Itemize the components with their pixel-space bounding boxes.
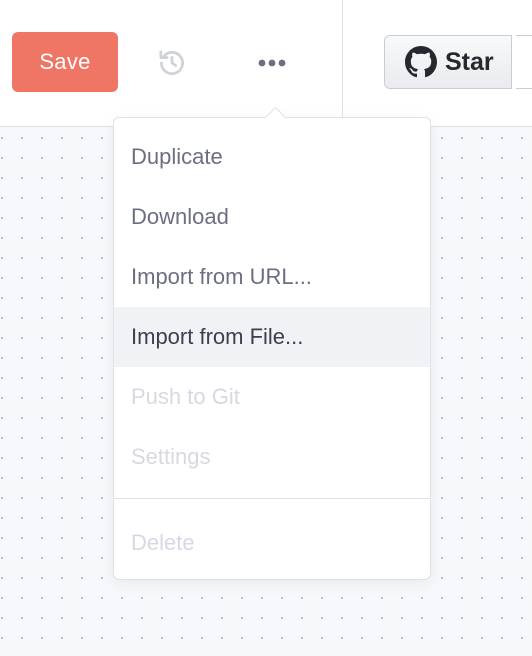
menu-item-settings: Settings: [131, 444, 211, 469]
history-button[interactable]: [154, 45, 190, 81]
more-horizontal-icon: [258, 59, 286, 67]
history-icon: [159, 50, 184, 75]
menu-list: Duplicate Download Import from URL... Im…: [114, 127, 430, 487]
menu-item-import-from-url[interactable]: Import from URL...: [114, 247, 430, 307]
save-button[interactable]: Save: [12, 32, 118, 92]
github-icon: [405, 46, 437, 78]
menu-item-delete: Delete: [131, 530, 195, 555]
star-label: Star: [445, 47, 494, 76]
menu-item-push-to-git: Push to Git: [131, 384, 240, 409]
menu-separator: [114, 498, 430, 499]
menu-item-duplicate[interactable]: Duplicate: [114, 127, 430, 187]
star-count-box[interactable]: [516, 35, 532, 89]
menu-item-download[interactable]: Download: [114, 187, 430, 247]
more-options-button[interactable]: [252, 45, 292, 81]
menu-item-import-from-file[interactable]: Import from File...: [114, 307, 430, 367]
github-star-widget: Star: [384, 35, 532, 89]
top-toolbar: Save Star: [0, 0, 532, 127]
toolbar-divider: [342, 0, 343, 126]
more-options-menu: Duplicate Download Import from URL... Im…: [113, 106, 431, 580]
github-star-button[interactable]: Star: [384, 35, 512, 89]
